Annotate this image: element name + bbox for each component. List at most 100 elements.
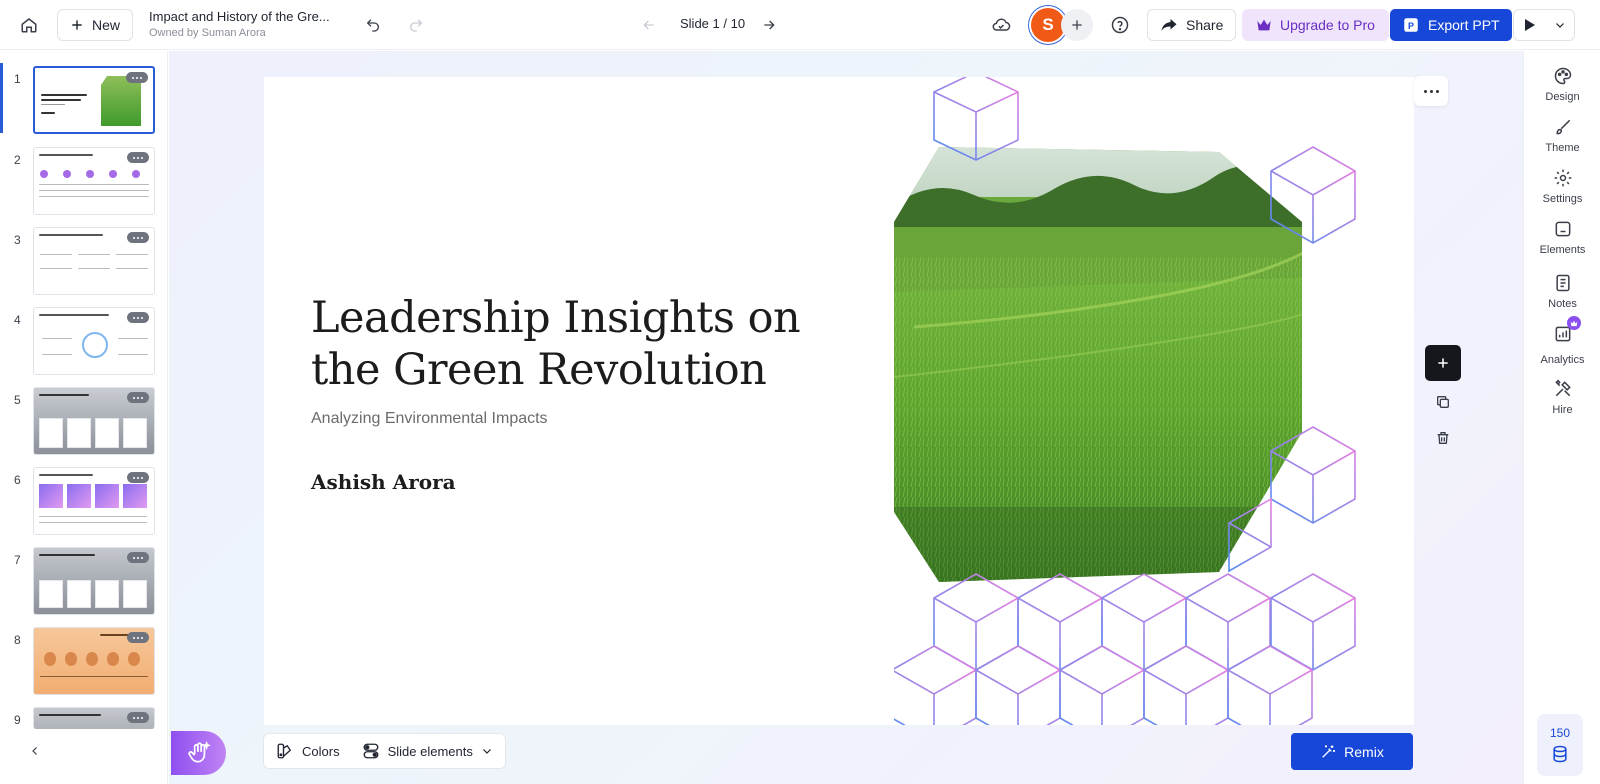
mini-tile [95, 484, 119, 508]
undo-button[interactable] [356, 8, 390, 42]
add-slide-button[interactable] [1425, 345, 1461, 381]
mini-tile [123, 484, 147, 508]
mini-card [67, 580, 91, 608]
thumbnail-preview[interactable] [33, 547, 155, 615]
slide-number: 9 [14, 713, 21, 727]
thumbnail-preview[interactable] [33, 627, 155, 695]
redo-button[interactable] [399, 8, 433, 42]
thumbnail-preview[interactable] [33, 707, 155, 729]
thumbnail-preview[interactable] [33, 147, 155, 215]
toggle-icon [363, 743, 379, 759]
document-info[interactable]: Impact and History of the Gre... Owned b… [149, 9, 330, 41]
thumbnail-menu-button[interactable] [127, 632, 149, 643]
avatar[interactable]: S [1031, 8, 1065, 42]
thumbnail-menu-button[interactable] [127, 392, 149, 403]
slide-thumbnail-6[interactable]: 6 [0, 467, 167, 539]
home-button[interactable] [12, 8, 46, 42]
thumbnail-menu-button[interactable] [127, 152, 149, 163]
mini-text [42, 338, 72, 339]
cloud-sync-button[interactable] [984, 8, 1018, 42]
slide-thumbnail-1[interactable]: 1 [0, 66, 167, 138]
arrow-right-icon [764, 20, 775, 30]
document-title[interactable]: Impact and History of the Gre... [149, 9, 330, 25]
mini-diagram [82, 332, 108, 358]
rail-hire[interactable]: Hire [1524, 379, 1600, 416]
slide-thumbnail-7[interactable]: 7 [0, 547, 167, 619]
mini-text [40, 676, 148, 677]
upgrade-label: Upgrade to Pro [1280, 17, 1375, 33]
right-tool-rail: Design Theme Settings Elements Notes Ana… [1523, 51, 1600, 784]
slide-canvas[interactable]: Leadership Insights on the Green Revolut… [264, 77, 1414, 725]
plus-icon [1072, 20, 1082, 30]
mini-field-image [101, 76, 141, 126]
slide-subtitle[interactable]: Analyzing Environmental Impacts [311, 410, 548, 428]
field-image-with-hexagons[interactable] [894, 77, 1414, 725]
colors-swatch-icon [277, 743, 292, 759]
ai-assistant-button[interactable] [171, 731, 226, 775]
more-dot [1423, 89, 1427, 93]
mini-icon [63, 170, 71, 178]
home-icon [21, 18, 37, 33]
remix-button[interactable]: Remix [1291, 733, 1413, 770]
slide-thumbnail-3[interactable]: 3 [0, 227, 167, 299]
document-owner: Owned by Suman Arora [149, 27, 266, 39]
mini-card [67, 418, 91, 448]
upgrade-to-pro-button[interactable]: Upgrade to Pro [1242, 9, 1389, 41]
next-slide-button[interactable] [752, 8, 786, 42]
duplicate-slide-button[interactable] [1425, 387, 1461, 417]
cloud-check-icon [992, 18, 1011, 31]
thumbnail-menu-button[interactable] [127, 312, 149, 323]
mini-text [118, 354, 148, 355]
mini-text [40, 268, 72, 269]
collapse-sidebar-button[interactable] [25, 741, 45, 761]
thumbnail-preview[interactable] [33, 66, 155, 134]
add-collaborator-button[interactable] [1061, 9, 1093, 41]
crown-icon [1570, 320, 1577, 326]
colors-button[interactable]: Colors [272, 742, 344, 760]
thumbnail-preview[interactable] [33, 387, 155, 455]
rail-settings[interactable]: Settings [1524, 168, 1600, 205]
present-button[interactable] [1514, 10, 1546, 40]
thumbnail-menu-button[interactable] [127, 472, 149, 483]
thumbnail-menu-button[interactable] [127, 712, 149, 723]
slide-title[interactable]: Leadership Insights on the Green Revolut… [311, 292, 831, 396]
thumbnail-menu-button[interactable] [127, 552, 149, 563]
thumbnail-preview[interactable] [33, 307, 155, 375]
help-button[interactable] [1103, 8, 1137, 42]
mini-author [41, 112, 55, 114]
credits-indicator[interactable]: 150 [1537, 714, 1583, 776]
mini-tile [39, 484, 63, 508]
export-ppt-button[interactable]: P Export PPT [1390, 9, 1512, 41]
slide-options-button[interactable] [1414, 76, 1448, 106]
slide-thumbnail-2[interactable]: 2 [0, 147, 167, 219]
new-button[interactable]: New [57, 9, 134, 41]
mini-shape [44, 652, 56, 666]
thumbnail-preview[interactable] [33, 227, 155, 295]
rail-elements[interactable]: Elements [1524, 219, 1600, 256]
slide-author[interactable]: Ashish Arora [311, 470, 456, 494]
mini-shape [107, 652, 119, 666]
slide-thumbnail-5[interactable]: 5 [0, 387, 167, 459]
slide-elements-label: Slide elements [387, 743, 473, 759]
rail-analytics[interactable]: Analytics [1524, 316, 1600, 366]
thumbnail-preview[interactable] [33, 467, 155, 535]
rail-notes[interactable]: Notes [1524, 273, 1600, 310]
mini-title [41, 99, 81, 101]
rail-label: Notes [1548, 298, 1577, 310]
slide-elements-button[interactable]: Slide elements [358, 742, 497, 760]
thumbnail-menu-button[interactable] [127, 232, 149, 243]
rail-label: Hire [1552, 404, 1573, 416]
mini-title [39, 314, 109, 316]
slide-thumbnail-4[interactable]: 4 [0, 307, 167, 379]
present-options-dropdown[interactable] [1546, 10, 1574, 40]
delete-slide-button[interactable] [1425, 423, 1461, 453]
rail-design[interactable]: Design [1524, 66, 1600, 103]
slide-thumbnail-sidebar: 1 2 3 4 5 6 7 8 9 [0, 51, 168, 784]
share-button[interactable]: Share [1147, 9, 1237, 41]
rail-theme[interactable]: Theme [1524, 117, 1600, 154]
thumbnail-menu-button[interactable] [126, 72, 148, 83]
slide-thumbnail-8[interactable]: 8 [0, 627, 167, 699]
previous-slide-button[interactable] [632, 8, 666, 42]
notes-icon [1555, 274, 1570, 292]
mini-card [39, 418, 63, 448]
